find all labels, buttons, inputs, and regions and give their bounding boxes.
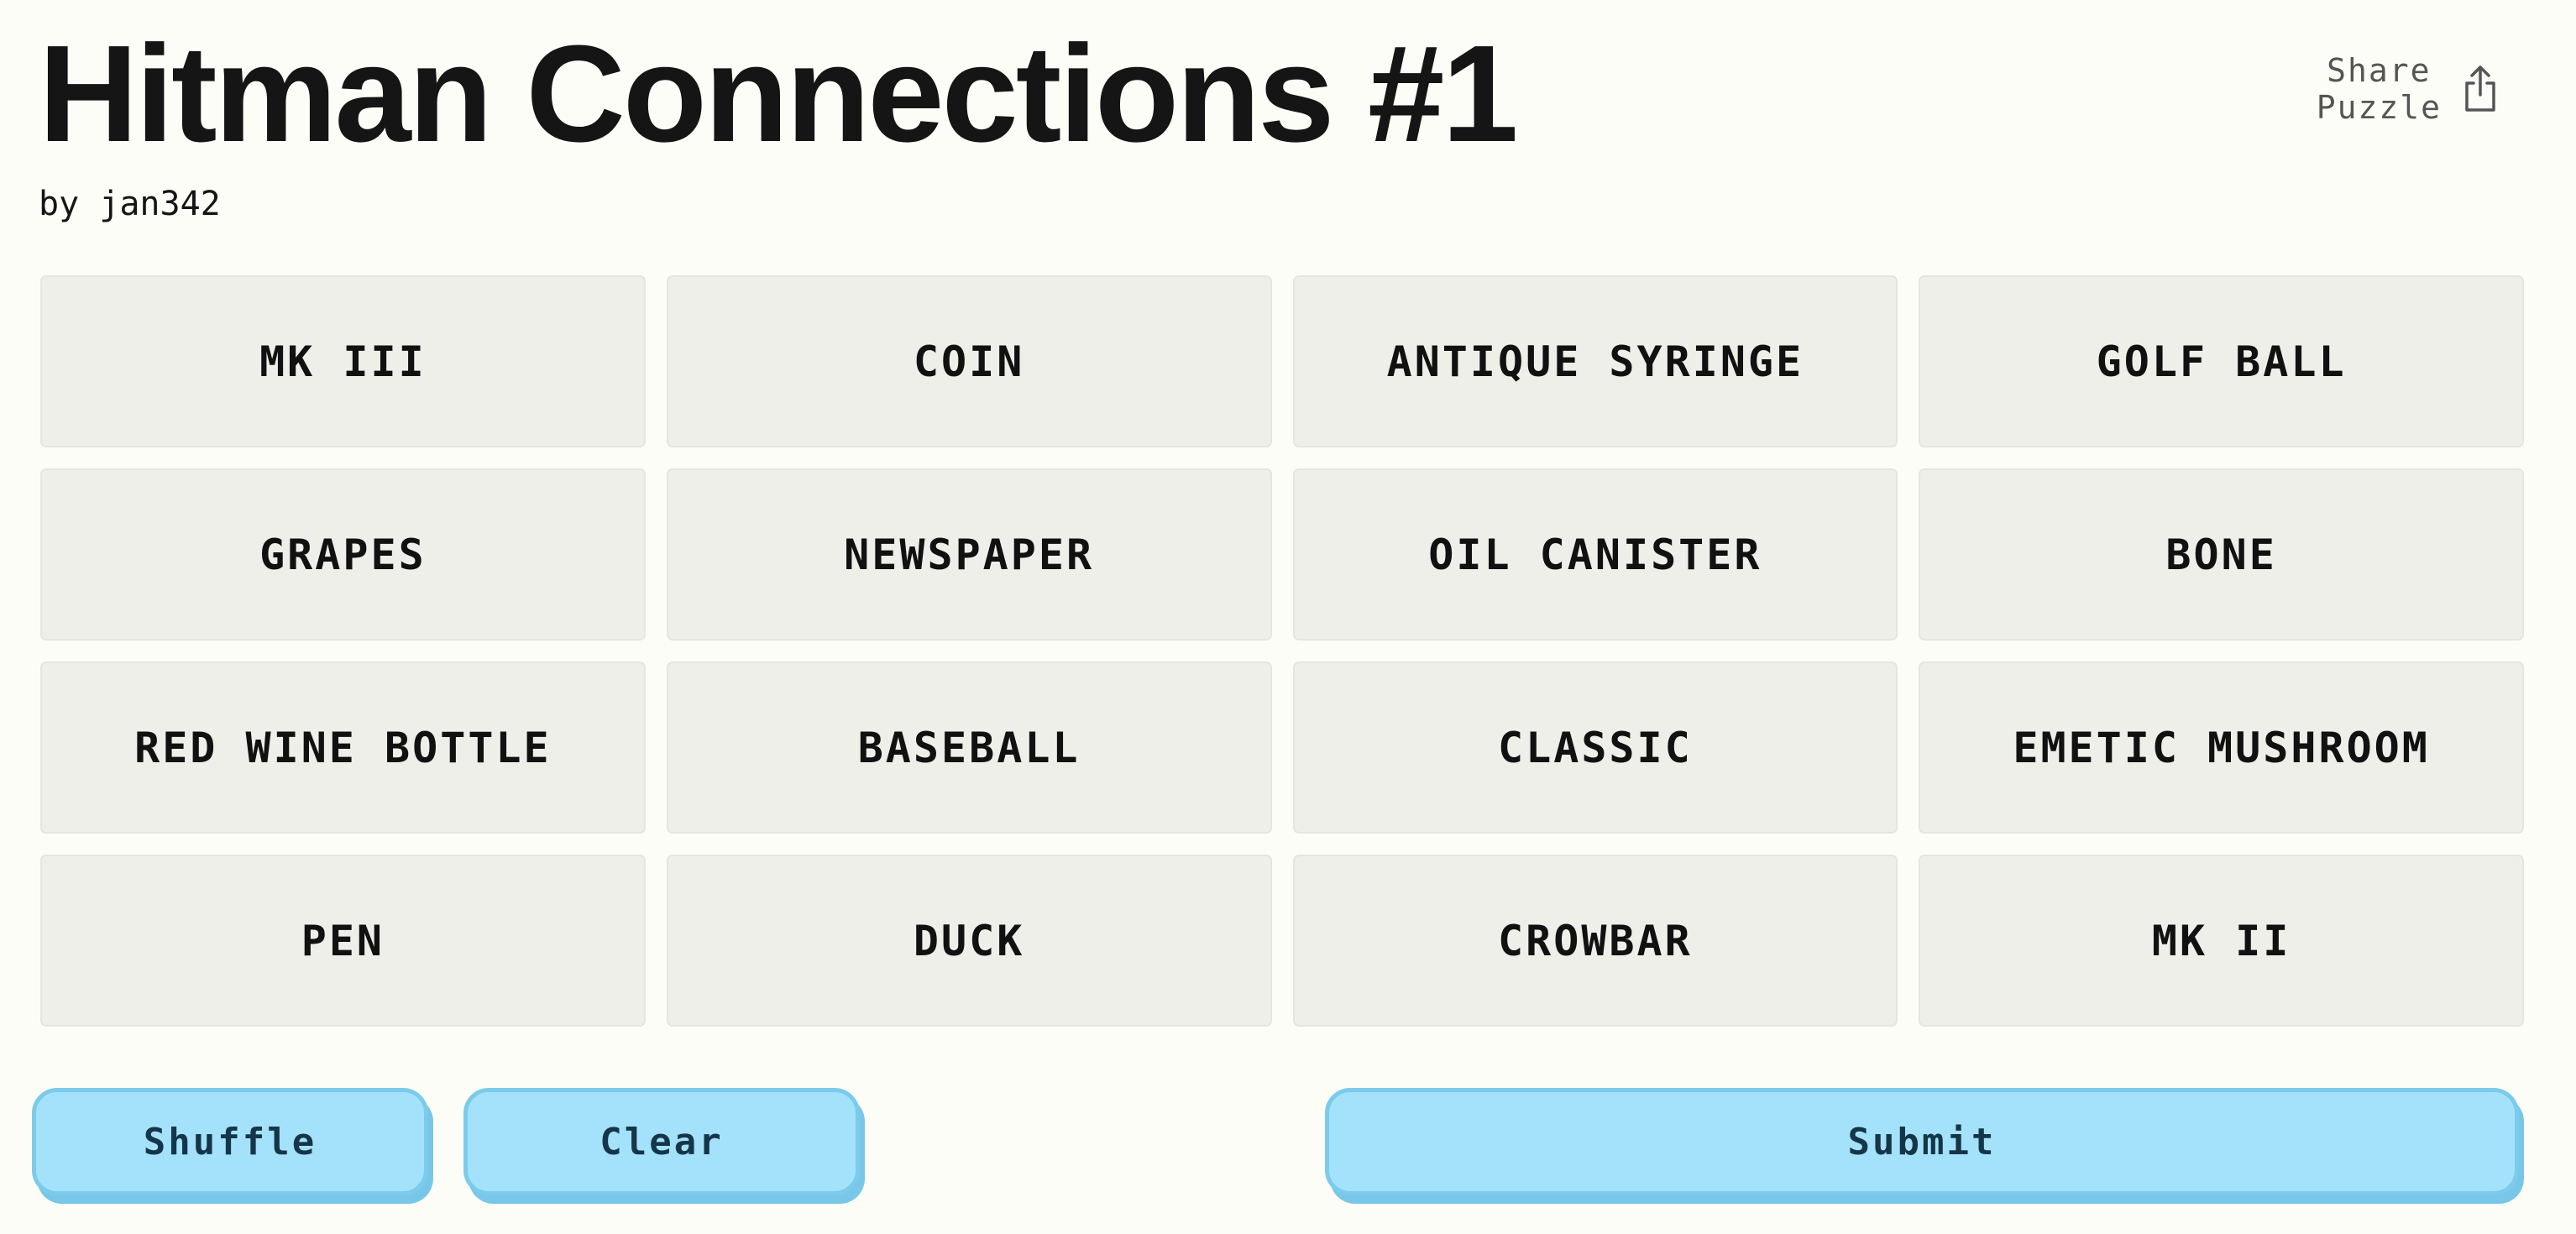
word-tile[interactable]: MK II bbox=[1919, 855, 2524, 1027]
share-puzzle-button[interactable]: Share Puzzle bbox=[2317, 47, 2500, 131]
word-tile[interactable]: GRAPES bbox=[40, 468, 646, 641]
word-tile[interactable]: COIN bbox=[666, 275, 1272, 447]
word-tile[interactable]: BASEBALL bbox=[666, 661, 1272, 834]
word-tile[interactable]: MK III bbox=[40, 275, 646, 447]
share-label-line-2: Puzzle bbox=[2316, 89, 2442, 126]
page-title: Hitman Connections #1 bbox=[39, 17, 1518, 170]
share-puzzle-label: Share Puzzle bbox=[2317, 52, 2442, 126]
word-tile[interactable]: RED WINE BOTTLE bbox=[40, 661, 646, 834]
word-tile[interactable]: DUCK bbox=[666, 855, 1272, 1027]
word-tile[interactable]: CROWBAR bbox=[1292, 855, 1898, 1027]
word-tile[interactable]: ANTIQUE SYRINGE bbox=[1292, 275, 1898, 447]
word-tile[interactable]: BONE bbox=[1919, 468, 2524, 641]
word-tile[interactable]: GOLF BALL bbox=[1919, 275, 2524, 447]
word-tile[interactable]: NEWSPAPER bbox=[666, 468, 1272, 641]
author-byline: by jan342 bbox=[39, 185, 221, 223]
share-icon bbox=[2465, 65, 2495, 112]
submit-button[interactable]: Submit bbox=[1325, 1088, 2519, 1195]
word-tile[interactable]: OIL CANISTER bbox=[1292, 468, 1898, 641]
clear-button[interactable]: Clear bbox=[463, 1088, 860, 1195]
word-tile[interactable]: CLASSIC bbox=[1292, 661, 1898, 834]
word-tile[interactable]: PEN bbox=[40, 855, 646, 1027]
shuffle-button[interactable]: Shuffle bbox=[32, 1088, 428, 1195]
word-grid: MK III COIN ANTIQUE SYRINGE GOLF BALL GR… bbox=[40, 275, 2524, 1027]
share-label-line-1: Share bbox=[2327, 52, 2432, 89]
word-tile[interactable]: EMETIC MUSHROOM bbox=[1919, 661, 2524, 834]
